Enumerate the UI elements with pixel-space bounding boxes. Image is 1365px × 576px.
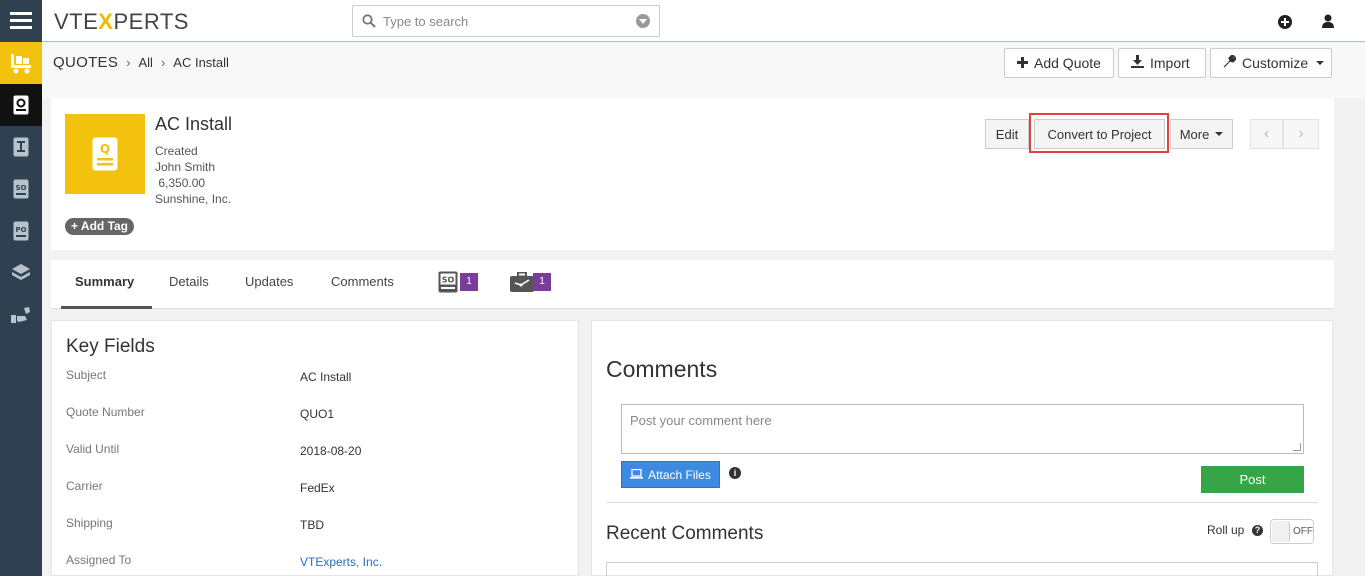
tab-details[interactable]: Details <box>169 274 209 289</box>
edit-button[interactable]: Edit <box>985 119 1029 149</box>
comment-textarea[interactable]: Post your comment here <box>621 404 1304 454</box>
field-value[interactable]: AC Install <box>300 370 351 384</box>
key-fields-title: Key Fields <box>66 336 155 357</box>
search-icon <box>362 14 376 31</box>
record-organization: Sunshine, Inc. <box>155 192 232 206</box>
svg-text:SO: SO <box>16 184 27 192</box>
comments-panel: Comments Post your comment here Attach F… <box>591 320 1333 576</box>
field-row-assigned-to: Assigned To VTExperts, Inc. <box>66 553 566 573</box>
caret-down-icon <box>1215 132 1224 136</box>
recent-comments-list <box>606 562 1318 576</box>
field-row-carrier: Carrier FedEx <box>66 479 566 499</box>
field-row-quote-number: Quote Number QUO1 <box>66 405 566 425</box>
projects-briefcase-icon[interactable] <box>510 271 534 295</box>
module-header: QUOTES › All › AC Install Add Quote Impo… <box>42 43 1365 98</box>
svg-text:PO: PO <box>15 226 26 234</box>
download-icon <box>1131 55 1144 71</box>
field-value[interactable]: 2018-08-20 <box>300 444 361 458</box>
key-fields-panel: Key Fields Subject AC Install Quote Numb… <box>51 320 579 576</box>
next-record-button[interactable]: › <box>1283 119 1319 149</box>
field-value[interactable]: TBD <box>300 518 324 532</box>
attach-files-button[interactable]: Attach Files <box>621 461 720 488</box>
assigned-to-link[interactable]: VTExperts, Inc. <box>300 555 382 569</box>
field-label: Shipping <box>66 516 113 530</box>
help-question-icon[interactable]: ? <box>1252 525 1263 536</box>
vtexperts-logo[interactable]: VTEXPERTS <box>54 9 189 35</box>
field-value[interactable]: FedEx <box>300 481 335 495</box>
caret-down-icon <box>1316 61 1325 65</box>
breadcrumb-filter[interactable]: All <box>138 55 152 70</box>
record-status: Created <box>155 144 198 158</box>
sales-order-tab-icon[interactable]: SO <box>438 271 458 296</box>
active-tab-indicator <box>61 306 152 309</box>
record-meta: Created John Smith 6,350.00 Sunshine, In… <box>155 143 231 207</box>
field-label: Carrier <box>66 479 103 493</box>
invoice-icon[interactable] <box>0 126 42 168</box>
toggle-knob <box>1272 521 1290 542</box>
projects-count-badge: 1 <box>533 273 551 291</box>
field-label: Valid Until <box>66 442 120 456</box>
plus-icon <box>1017 55 1028 71</box>
field-label: Subject <box>66 368 107 382</box>
purchase-order-icon[interactable]: PO <box>0 210 42 252</box>
left-sidebar: SO PO <box>0 0 42 576</box>
search-placeholder: Type to search <box>383 14 469 29</box>
chevron-right-icon: › <box>160 55 166 70</box>
comments-title: Comments <box>606 356 718 382</box>
products-icon[interactable] <box>0 252 42 294</box>
svg-text:SO: SO <box>442 276 455 285</box>
recent-comments-title: Recent Comments <box>606 523 764 544</box>
search-dropdown-icon[interactable] <box>636 14 650 28</box>
import-button[interactable]: Import <box>1118 48 1206 78</box>
hamburger-menu-icon[interactable] <box>0 0 42 42</box>
field-row-subject: Subject AC Install <box>66 368 566 388</box>
add-quote-button[interactable]: Add Quote <box>1004 48 1114 78</box>
quote-record-icon: Q <box>65 114 145 194</box>
tab-summary[interactable]: Summary <box>75 274 134 289</box>
record-owner: John Smith <box>155 160 216 174</box>
laptop-icon <box>630 468 644 482</box>
comment-placeholder: Post your comment here <box>630 413 772 428</box>
toggle-state-label: OFF <box>1293 526 1313 537</box>
divider <box>606 502 1318 503</box>
roll-up-toggle[interactable]: OFF <box>1270 519 1314 544</box>
field-row-shipping: Shipping TBD <box>66 516 566 536</box>
previous-record-button[interactable]: ‹ <box>1250 119 1283 149</box>
sales-order-icon[interactable]: SO <box>0 168 42 210</box>
resize-grip-icon[interactable] <box>1293 443 1301 451</box>
tab-updates[interactable]: Updates <box>245 274 293 289</box>
breadcrumb: QUOTES › All › AC Install <box>53 54 229 71</box>
record-header: Q AC Install Created John Smith 6,350.00… <box>51 98 1334 250</box>
add-tag-button[interactable]: + Add Tag <box>65 218 135 235</box>
tab-comments[interactable]: Comments <box>331 274 394 289</box>
field-label: Assigned To <box>66 553 132 567</box>
services-icon[interactable] <box>0 294 42 336</box>
top-bar: VTEXPERTS Type to search <box>42 0 1365 42</box>
quotes-icon[interactable] <box>0 84 42 126</box>
more-dropdown-button[interactable]: More <box>1170 119 1233 149</box>
field-value: QUO1 <box>300 407 335 421</box>
record-title: AC Install <box>155 114 233 134</box>
user-profile-icon[interactable] <box>1322 14 1334 31</box>
breadcrumb-record: AC Install <box>173 55 229 70</box>
chevron-left-icon: ‹ <box>1263 125 1270 142</box>
record-amount: 6,350.00 <box>155 176 206 190</box>
field-row-valid-until: Valid Until 2018-08-20 <box>66 442 566 462</box>
svg-text:Q: Q <box>100 142 110 156</box>
quick-create-plus-icon[interactable] <box>1278 15 1292 32</box>
chevron-right-icon: › <box>126 55 131 70</box>
info-icon[interactable]: i <box>729 467 741 479</box>
inventory-icon[interactable] <box>0 42 42 84</box>
wrench-icon <box>1223 54 1237 71</box>
field-label: Quote Number <box>66 405 145 419</box>
breadcrumb-module[interactable]: QUOTES <box>53 54 118 71</box>
sales-order-count-badge: 1 <box>460 273 478 291</box>
record-tabs: Summary Details Updates Comments SO 1 1 <box>51 260 1334 309</box>
roll-up-label: Roll up <box>1207 523 1245 537</box>
convert-button-highlight <box>1029 113 1169 153</box>
chevron-right-icon: › <box>1298 125 1304 142</box>
post-comment-button[interactable]: Post <box>1201 466 1304 493</box>
global-search-input[interactable]: Type to search <box>352 5 660 37</box>
customize-button[interactable]: Customize <box>1210 48 1332 78</box>
